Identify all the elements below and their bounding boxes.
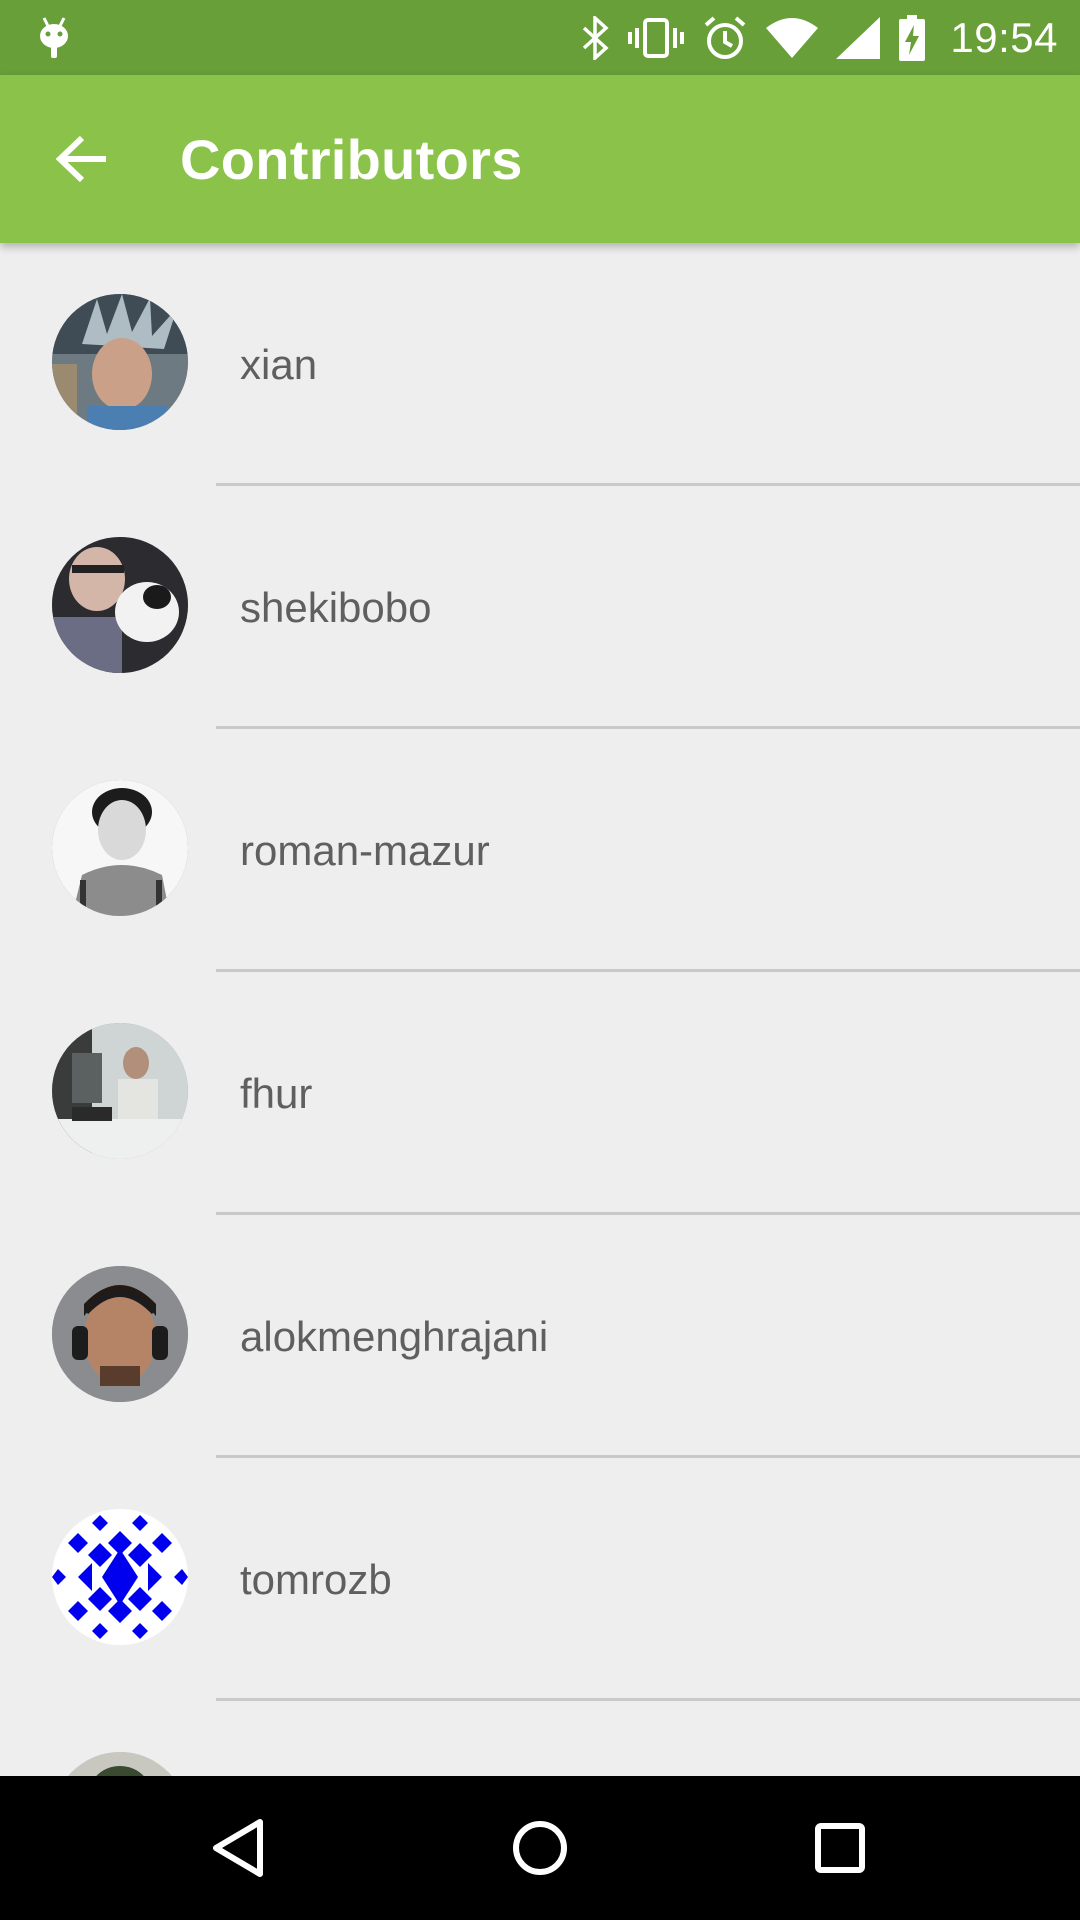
status-clock: 19:54: [950, 13, 1058, 61]
contributor-name: shekibobo: [240, 584, 432, 631]
contributor-item-fhur[interactable]: fhur: [0, 972, 1080, 1215]
signal-icon: [836, 16, 881, 59]
page-title: Contributors: [180, 128, 523, 191]
contributor-item-shekibobo[interactable]: shekibobo: [0, 486, 1080, 729]
contributor-name: alokmenghrajani: [240, 1313, 549, 1360]
nav-home-icon[interactable]: [504, 1812, 576, 1884]
contributors-list[interactable]: xian shekibobo roman-mazur fhur alokmeng…: [0, 243, 1080, 1776]
avatar: [52, 537, 188, 673]
contributor-item-partial[interactable]: [0, 1701, 1080, 1776]
navigation-bar: [0, 1776, 1080, 1920]
contributor-item-tomrozb[interactable]: tomrozb: [0, 1458, 1080, 1701]
status-bar: 19:54: [0, 0, 1080, 75]
contributor-item-roman-mazur[interactable]: roman-mazur: [0, 729, 1080, 972]
nav-recents-icon[interactable]: [804, 1812, 876, 1884]
avatar: [52, 1752, 188, 1776]
alarm-icon: [705, 15, 746, 59]
status-icons: 19:54: [580, 0, 1058, 75]
battery-charging-icon: [899, 14, 926, 61]
nav-back-icon[interactable]: [204, 1812, 276, 1884]
avatar: [52, 1509, 188, 1645]
avatar: [52, 1266, 188, 1402]
wifi-icon: [766, 17, 819, 58]
contributor-item-xian[interactable]: xian: [0, 243, 1080, 486]
contributor-item-alokmenghrajani[interactable]: alokmenghrajani: [0, 1215, 1080, 1458]
avatar: [52, 1023, 188, 1159]
arrow-back-icon: [56, 135, 106, 183]
contributor-name: xian: [240, 341, 318, 388]
vibrate-icon: [628, 17, 685, 58]
android-debug-icon: [40, 17, 68, 58]
contributor-name: tomrozb: [240, 1556, 392, 1603]
avatar: [52, 294, 188, 430]
bluetooth-icon: [583, 15, 609, 60]
app-bar: Contributors: [0, 75, 1080, 243]
avatar: [52, 780, 188, 916]
back-button[interactable]: [46, 123, 118, 195]
contributor-name: roman-mazur: [240, 827, 490, 874]
contributor-name: fhur: [240, 1070, 313, 1117]
identicon: [52, 1509, 188, 1645]
